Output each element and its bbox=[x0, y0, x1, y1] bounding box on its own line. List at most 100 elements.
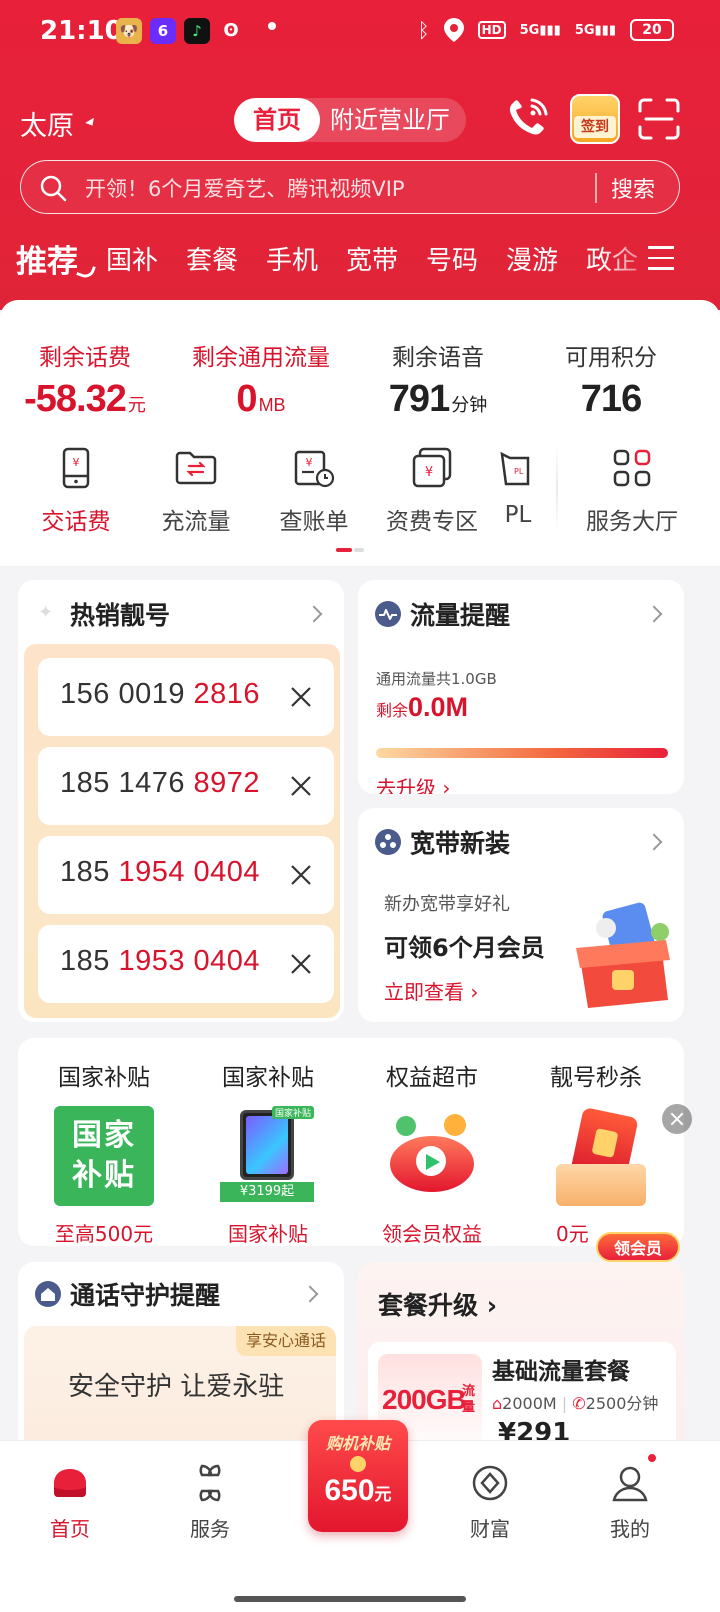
broadband-card[interactable]: 宽带新装 新办宽带享好礼 可领6个月会员 立即查看 › bbox=[358, 808, 684, 1022]
service-check-bill[interactable]: ¥ 查账单 bbox=[254, 446, 374, 536]
subsidy-item[interactable]: 靓号秒杀 0元 bbox=[516, 1058, 676, 1246]
list-item[interactable]: 185 1954 0404 bbox=[38, 836, 334, 914]
stat-unit: MB bbox=[258, 395, 286, 415]
nav-tab-roaming[interactable]: 漫游 bbox=[506, 240, 558, 277]
close-icon[interactable] bbox=[662, 1104, 692, 1134]
data-remaining: 剩余0.0M bbox=[376, 692, 468, 723]
close-icon[interactable] bbox=[288, 773, 314, 799]
package-specs: ⌂2000M | ✆2500分钟 bbox=[492, 1394, 659, 1413]
bluetooth-icon: ᛒ bbox=[417, 18, 430, 42]
phone-number: 185 1476 8972 bbox=[60, 767, 260, 800]
city-selector[interactable]: 太原 bbox=[20, 104, 74, 143]
stat-label: 剩余话费 bbox=[39, 345, 131, 371]
claim-vip-button[interactable]: 领会员 bbox=[596, 1232, 680, 1262]
search-bar[interactable]: 开领！6个月爱奇艺、腾讯视频VIP 搜索 bbox=[20, 160, 680, 214]
service-grid-icon bbox=[199, 1464, 221, 1502]
search-button[interactable]: 搜索 bbox=[611, 172, 655, 204]
home-segment: 首页 附近营业厅 bbox=[234, 98, 466, 142]
list-item[interactable]: 185 1953 0404 bbox=[38, 925, 334, 1003]
promo-amount: 650元 bbox=[308, 1474, 408, 1508]
chevron-right-icon[interactable] bbox=[645, 605, 663, 623]
close-icon[interactable] bbox=[288, 684, 314, 710]
list-item[interactable]: 185 1476 8972 bbox=[38, 747, 334, 825]
number-highlight: 8972 bbox=[193, 767, 261, 799]
upgrade-link[interactable]: 去升级 › bbox=[376, 772, 450, 794]
upgrade-label: 去升级 bbox=[376, 776, 436, 794]
chevron-right-icon[interactable] bbox=[645, 833, 663, 851]
stat-data[interactable]: 剩余通用流量 0 MB bbox=[186, 338, 336, 421]
tab-label: 首页 bbox=[50, 1517, 90, 1541]
status-time: 21:10 bbox=[40, 16, 123, 46]
nav-tab-phones[interactable]: 手机 bbox=[266, 240, 318, 277]
national-subsidy-image: 国家补贴 bbox=[54, 1106, 154, 1206]
service-recharge-data[interactable]: 充流量 bbox=[136, 446, 256, 536]
tab-service[interactable]: 服务 bbox=[160, 1463, 260, 1542]
hot-numbers-card[interactable]: ✦ 热销靓号 156 0019 2816 185 1476 8972 185 1… bbox=[18, 580, 344, 1022]
signal-icon: 5G▮▮▮ bbox=[519, 22, 561, 38]
tab-home[interactable]: 首页 bbox=[20, 1463, 120, 1542]
home-indicator[interactable] bbox=[234, 1596, 466, 1602]
tab-mine[interactable]: 我的 bbox=[580, 1463, 680, 1542]
subsidy-item[interactable]: 国家补贴 国家补贴 ¥3199起 国家补贴 bbox=[188, 1058, 348, 1246]
hotspot-icon: ʘ bbox=[223, 20, 239, 41]
data-alert-card[interactable]: 流量提醒 通用流量共1.0GB 剩余0.0M 去升级 › bbox=[358, 580, 684, 794]
package-data-unit: 流量 bbox=[462, 1384, 476, 1415]
subsidy-item[interactable]: 国家补贴 国家补贴 至高500元 bbox=[24, 1058, 184, 1246]
signin-label: 签到 bbox=[574, 116, 616, 138]
scan-icon[interactable] bbox=[638, 98, 680, 140]
view-now-link[interactable]: 立即查看 › bbox=[384, 976, 478, 1005]
status-bar: 21:10 🐶 6 ♪ ʘ ᛒ HD 5G▮▮▮ 5G▮▮▮ 20 bbox=[0, 0, 720, 64]
svg-text:PL: PL bbox=[514, 467, 524, 476]
signin-calendar-icon[interactable]: 签到 bbox=[570, 94, 620, 144]
rights-market-image bbox=[382, 1106, 482, 1206]
nav-tab-plans[interactable]: 套餐 bbox=[186, 240, 238, 277]
nav-tab-numbers[interactable]: 号码 bbox=[426, 240, 478, 277]
nav-tab-broadband[interactable]: 宽带 bbox=[346, 240, 398, 277]
service-label: 资费专区 bbox=[386, 509, 478, 535]
tab-home[interactable]: 首页 bbox=[234, 98, 320, 142]
stat-value: 791 分钟 bbox=[378, 378, 498, 421]
grid-icon bbox=[613, 449, 651, 487]
service-pl[interactable]: PL PL bbox=[478, 446, 558, 528]
stat-value: -58.32 元 bbox=[20, 378, 150, 421]
tab-wealth[interactable]: 财富 bbox=[440, 1463, 540, 1542]
stat-label: 剩余语音 bbox=[392, 345, 484, 371]
service-label: PL bbox=[504, 502, 532, 528]
subsidy-caption: 至高500元 bbox=[54, 1222, 154, 1246]
service-hall[interactable]: 服务大厅 bbox=[572, 446, 692, 536]
broadband-subtitle: 新办宽带享好礼 bbox=[384, 894, 510, 915]
phone-number: 185 1954 0404 bbox=[60, 856, 260, 889]
purchase-subsidy-button[interactable]: 购机补贴 650元 bbox=[308, 1420, 408, 1532]
subsidy-item[interactable]: 权益超市 领会员权益 bbox=[352, 1058, 512, 1246]
gift-box-illustration bbox=[576, 902, 670, 1008]
notification-dot bbox=[646, 1452, 658, 1464]
stat-points[interactable]: 可用积分 716 bbox=[556, 338, 666, 421]
close-icon[interactable] bbox=[288, 862, 314, 888]
close-icon[interactable] bbox=[288, 951, 314, 977]
stat-voice[interactable]: 剩余语音 791 分钟 bbox=[378, 338, 498, 421]
list-item[interactable]: 156 0019 2816 bbox=[38, 658, 334, 736]
menu-icon[interactable] bbox=[648, 246, 674, 272]
home-icon bbox=[54, 1469, 86, 1497]
number-prefix: 185 1476 bbox=[60, 767, 194, 799]
call-guard-card[interactable]: 通话守护提醒 享安心通话 安全守护 让爱永驻 bbox=[18, 1262, 344, 1462]
nav-tab-subsidy[interactable]: 国补 bbox=[106, 240, 158, 277]
number-list: 156 0019 2816 185 1476 8972 185 1954 040… bbox=[24, 644, 340, 1018]
chevron-right-icon[interactable] bbox=[301, 1285, 319, 1303]
service-tariff-zone[interactable]: ¥ 资费专区 bbox=[372, 446, 492, 536]
stat-value: 716 bbox=[556, 378, 666, 421]
nav-tab-recommend[interactable]: 推荐 bbox=[16, 236, 78, 281]
stat-unit: 元 bbox=[127, 395, 146, 415]
subsidy-title: 权益超市 bbox=[386, 1065, 478, 1091]
promo-title: 购机补贴 bbox=[325, 1434, 390, 1453]
hotline-phone-icon[interactable] bbox=[506, 96, 550, 140]
search-input[interactable]: 开领！6个月爱奇艺、腾讯视频VIP bbox=[85, 173, 405, 203]
service-label: 查账单 bbox=[279, 509, 349, 535]
stat-balance[interactable]: 剩余话费 -58.32 元 bbox=[20, 338, 150, 421]
subsidy-image-text: 国家补贴 bbox=[72, 1118, 136, 1193]
data-usage-bar bbox=[376, 748, 668, 758]
tab-nearby-store[interactable]: 附近营业厅 bbox=[330, 98, 450, 142]
service-pay-bill[interactable]: ¥ 交话费 bbox=[16, 446, 136, 536]
chevron-right-icon[interactable] bbox=[305, 605, 323, 623]
stat-label: 可用积分 bbox=[565, 345, 657, 371]
